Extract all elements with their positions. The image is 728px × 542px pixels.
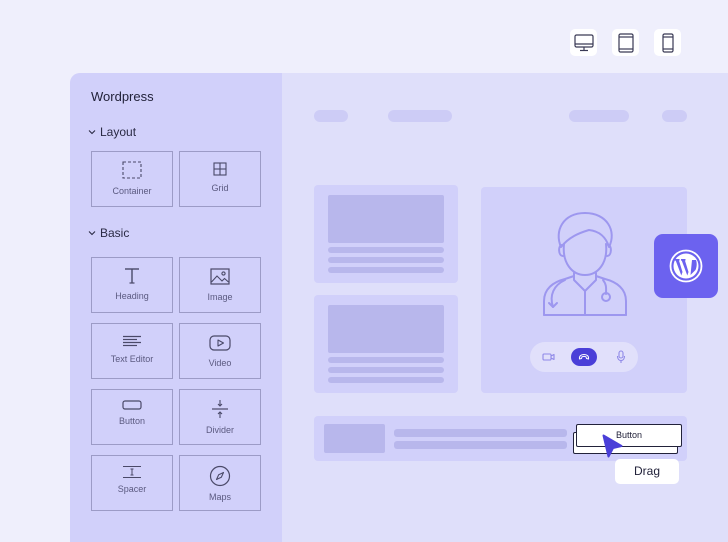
widget-spacer[interactable]: Spacer xyxy=(91,455,173,511)
container-icon xyxy=(122,161,142,179)
widget-container[interactable]: Container xyxy=(91,151,173,207)
widget-grid[interactable]: Grid xyxy=(179,151,261,207)
widget-button[interactable]: Button xyxy=(91,389,173,445)
section-title: Layout xyxy=(100,125,137,139)
video-play-icon xyxy=(209,335,231,351)
button-icon xyxy=(122,400,142,410)
image-placeholder xyxy=(328,305,444,353)
spacer-icon xyxy=(123,465,141,479)
chevron-down-icon xyxy=(88,231,96,236)
doctor-icon xyxy=(543,212,627,316)
widget-label: Maps xyxy=(208,492,231,502)
sidebar-title: Wordpress xyxy=(91,89,154,104)
widget-divider[interactable]: Divider xyxy=(179,389,261,445)
text-placeholder xyxy=(328,377,444,383)
divider-icon xyxy=(212,400,228,418)
widget-label: Divider xyxy=(205,425,234,435)
nav-placeholder xyxy=(314,110,348,122)
section-basic-toggle[interactable]: Basic xyxy=(88,226,129,240)
widget-label: Container xyxy=(112,186,152,196)
text-placeholder xyxy=(328,267,444,273)
nav-placeholder xyxy=(662,110,687,122)
mobile-icon xyxy=(661,32,674,53)
heading-icon xyxy=(125,268,139,284)
widget-label: Image xyxy=(207,292,233,302)
hang-up-icon xyxy=(578,354,590,360)
desktop-icon xyxy=(573,33,594,51)
section-layout-toggle[interactable]: Layout xyxy=(88,125,136,139)
cursor-arrow-icon xyxy=(602,434,623,458)
widget-label: Button xyxy=(118,416,146,426)
text-placeholder xyxy=(394,441,567,449)
dragged-button-widget[interactable]: Button xyxy=(576,424,682,447)
text-editor-icon xyxy=(123,335,141,347)
tablet-icon xyxy=(617,32,634,53)
text-placeholder xyxy=(328,257,444,263)
text-placeholder xyxy=(328,367,444,373)
microphone-icon[interactable] xyxy=(616,350,626,364)
widget-video[interactable]: Video xyxy=(179,323,261,379)
compass-icon xyxy=(209,465,231,487)
widget-sidebar: Wordpress Layout Container Grid Basic He… xyxy=(70,73,282,542)
wordpress-badge xyxy=(654,234,718,298)
widget-heading[interactable]: Heading xyxy=(91,257,173,313)
section-title: Basic xyxy=(100,226,130,240)
text-placeholder xyxy=(394,429,567,437)
device-mobile-button[interactable] xyxy=(654,29,681,56)
widget-image[interactable]: Image xyxy=(179,257,261,313)
device-tablet-button[interactable] xyxy=(612,29,639,56)
hang-up-button[interactable] xyxy=(571,348,597,366)
chevron-down-icon xyxy=(88,130,96,135)
image-placeholder xyxy=(324,424,385,453)
widget-label: Spacer xyxy=(117,484,147,494)
drag-tooltip: Drag xyxy=(615,459,679,484)
widget-label: Heading xyxy=(115,291,149,301)
grid-icon xyxy=(213,162,227,176)
widget-label: Text Editor xyxy=(110,354,154,364)
image-placeholder xyxy=(328,195,444,243)
widget-maps[interactable]: Maps xyxy=(179,455,261,511)
content-card xyxy=(314,295,458,393)
widget-text-editor[interactable]: Text Editor xyxy=(91,323,173,379)
content-card xyxy=(314,185,458,283)
widget-label: Video xyxy=(208,358,232,368)
nav-placeholder xyxy=(388,110,452,122)
widget-label: Grid xyxy=(211,183,229,193)
text-placeholder xyxy=(328,247,444,253)
wordpress-logo-icon xyxy=(669,249,703,283)
device-desktop-button[interactable] xyxy=(570,29,597,56)
text-placeholder xyxy=(328,357,444,363)
image-icon xyxy=(210,268,230,285)
nav-placeholder xyxy=(569,110,629,122)
call-controls xyxy=(530,342,638,372)
video-camera-icon[interactable] xyxy=(542,352,555,362)
